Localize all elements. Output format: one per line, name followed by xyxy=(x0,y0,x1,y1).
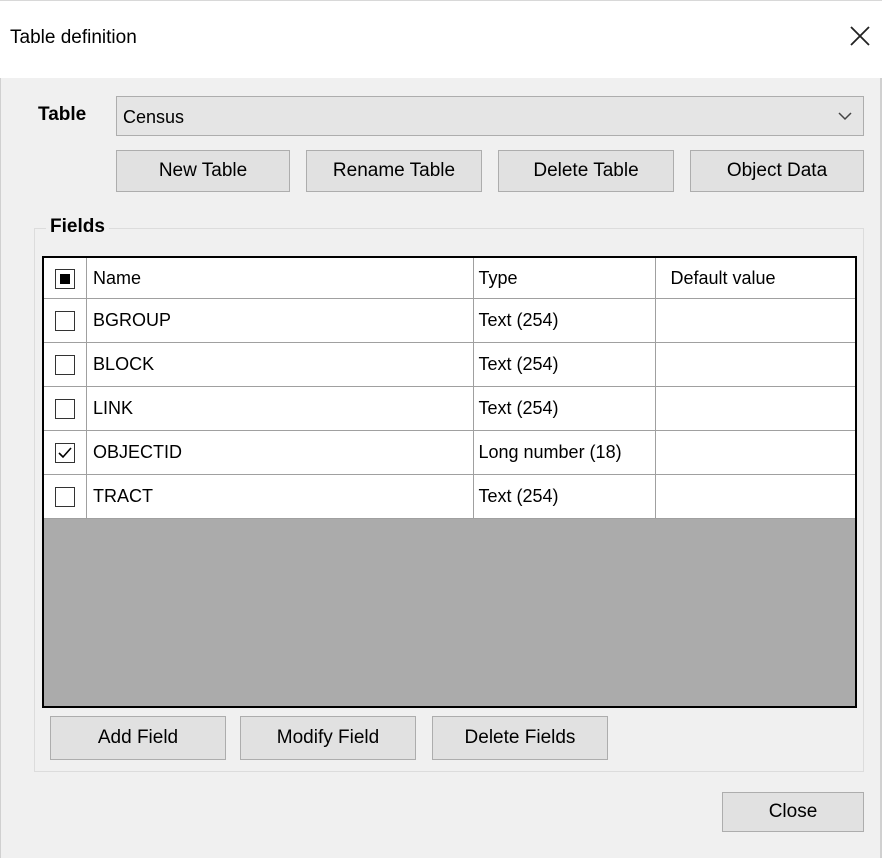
window-title: Table definition xyxy=(10,27,137,48)
field-default-cell[interactable] xyxy=(655,430,855,475)
table-select-value: Census xyxy=(123,107,185,127)
field-name-cell[interactable]: OBJECTID xyxy=(86,430,475,475)
row-checkbox-cell[interactable] xyxy=(44,430,88,475)
close-button[interactable]: Close xyxy=(722,792,864,832)
table-row[interactable]: OBJECTID Long number (18) xyxy=(44,430,855,475)
table-row[interactable]: BGROUP Text (254) xyxy=(44,298,855,343)
table-label: Table xyxy=(38,104,87,125)
field-type-cell[interactable]: Text (254) xyxy=(473,474,657,519)
row-checkbox-cell[interactable] xyxy=(44,342,88,387)
field-name-cell[interactable]: LINK xyxy=(86,386,475,431)
field-type-cell[interactable]: Text (254) xyxy=(473,342,657,387)
column-header-type[interactable]: Type xyxy=(473,258,657,299)
table-row[interactable]: LINK Text (254) xyxy=(44,386,855,431)
field-name-cell[interactable]: BLOCK xyxy=(86,342,475,387)
table-row[interactable]: BLOCK Text (254) xyxy=(44,342,855,387)
modify-field-button[interactable]: Modify Field xyxy=(240,716,416,760)
table-row[interactable]: TRACT Text (254) xyxy=(44,474,855,519)
table-select[interactable]: Census xyxy=(116,96,864,136)
object-data-button[interactable]: Object Data xyxy=(690,150,864,192)
column-header-default[interactable]: Default value xyxy=(655,258,855,299)
field-default-cell[interactable] xyxy=(655,298,855,343)
row-checkbox[interactable] xyxy=(55,399,76,420)
row-checkbox[interactable] xyxy=(55,355,76,376)
row-checkbox-cell[interactable] xyxy=(44,474,88,519)
field-default-cell[interactable] xyxy=(655,386,855,431)
chevron-down-icon xyxy=(835,101,855,131)
row-checkbox-cell[interactable] xyxy=(44,386,88,431)
delete-fields-button[interactable]: Delete Fields xyxy=(432,716,608,760)
row-checkbox[interactable] xyxy=(55,311,76,332)
field-type-cell[interactable]: Long number (18) xyxy=(473,430,657,475)
field-type-cell[interactable]: Text (254) xyxy=(473,386,657,431)
rename-table-button[interactable]: Rename Table xyxy=(306,150,482,192)
row-checkbox-cell[interactable] xyxy=(44,298,88,343)
delete-table-button[interactable]: Delete Table xyxy=(498,150,674,192)
field-default-cell[interactable] xyxy=(655,342,855,387)
field-type-cell[interactable]: Text (254) xyxy=(473,298,657,343)
column-header-name[interactable]: Name xyxy=(86,258,475,299)
select-all-checkbox[interactable] xyxy=(55,268,76,289)
row-checkbox[interactable] xyxy=(55,443,76,464)
field-name-cell[interactable]: BGROUP xyxy=(86,298,475,343)
fields-grid[interactable]: Name Type Default value BGROUP Text (254… xyxy=(42,256,857,708)
field-name-cell[interactable]: TRACT xyxy=(86,474,475,519)
new-table-button[interactable]: New Table xyxy=(116,150,290,192)
add-field-button[interactable]: Add Field xyxy=(50,716,226,760)
window-border-left xyxy=(0,78,1,858)
row-checkbox[interactable] xyxy=(55,487,76,508)
close-icon[interactable] xyxy=(844,20,876,52)
grid-header-row: Name Type Default value xyxy=(44,258,855,299)
fields-group-label: Fields xyxy=(46,216,109,238)
select-all-cell[interactable] xyxy=(44,258,88,299)
field-default-cell[interactable] xyxy=(655,474,855,519)
